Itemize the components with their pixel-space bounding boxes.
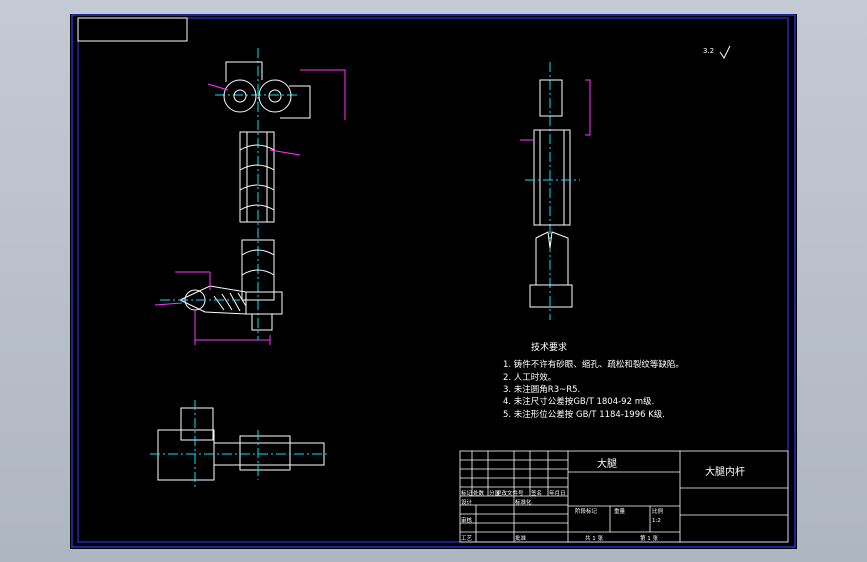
sheet-number: 第 1 张 [640,536,658,542]
tech-requirement-1: 1. 铸件不许有砂眼、缩孔、疏松和裂纹等缺陷。 [503,360,684,370]
role-standardization: 标准化 [515,500,532,506]
assembly-name: 大腿 [597,459,617,470]
col-label-scale: 比例 [652,509,664,515]
top-view [150,400,330,490]
inner-frame [77,17,789,543]
row-label-change-doc: 更改文件号 [496,491,524,497]
tech-requirements-title: 技术要求 [531,343,568,353]
tech-requirement-2: 2. 人工时效。 [503,373,557,383]
roughness-value: 3.2 [703,47,715,55]
row-label-mark: 标记 [461,491,473,497]
side-view [520,62,591,320]
tech-requirement-4: 4. 未注尺寸公差按GB/T 1804-92 m级. [503,397,655,407]
col-label-weight: 重量 [614,509,626,515]
scale-value: 1:2 [652,518,661,524]
roughness-symbol-icon [719,45,731,59]
tech-requirement-3: 3. 未注圆角R3~R5. [503,385,581,395]
role-approval: 批准 [515,536,527,542]
part-name: 大腿内杆 [705,467,745,478]
tech-requirement-5: 5. 未注形位公差按 GB/T 1184-1996 K级. [503,410,665,420]
outer-frame [71,14,796,548]
sheet-info: 共 1 张 [585,536,603,542]
row-label-count: 处数 [473,491,485,497]
row-label-signature: 签名 [531,491,543,497]
col-label-stage: 阶段标记 [575,509,598,515]
role-process: 工艺 [461,536,473,542]
front-view [154,48,346,345]
role-design: 设计 [461,500,473,506]
row-label-date: 年月日 [549,491,566,497]
role-review: 审核 [461,518,473,524]
code-box [77,17,188,42]
